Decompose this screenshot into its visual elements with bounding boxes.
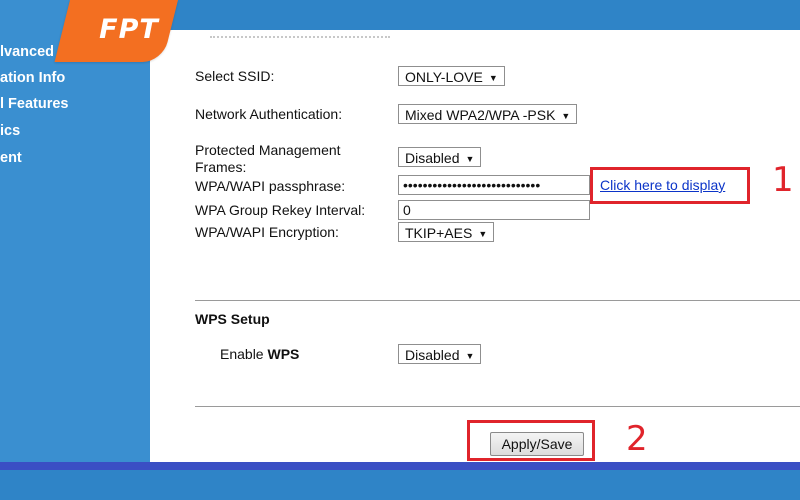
sidebar: lvanced ation Info l Features ics ent xyxy=(0,0,150,462)
enable-wps-value: Disabled xyxy=(405,347,460,363)
wpa-passphrase-input[interactable]: •••••••••••••••••••••••••••• xyxy=(398,175,590,195)
select-ssid-label: Select SSID: xyxy=(195,68,275,84)
enable-wps-label-bold: WPS xyxy=(267,346,300,362)
chevron-down-icon: ▼ xyxy=(465,351,475,361)
wpa-encryption-value: TKIP+AES xyxy=(405,225,473,241)
chevron-down-icon: ▼ xyxy=(561,111,571,121)
section-divider xyxy=(195,300,800,301)
wireless-security-panel: Select SSID: ONLY-LOVE ▼ Network Authenti… xyxy=(150,30,800,462)
wpa-encryption-label: WPA/WAPI Encryption: xyxy=(195,224,339,240)
cut-off-heading xyxy=(210,36,390,42)
bottom-strip xyxy=(0,470,800,500)
wpa-passphrase-label: WPA/WAPI passphrase: xyxy=(195,178,346,194)
protected-management-frames-label: Protected Management Frames: xyxy=(195,142,341,176)
chevron-down-icon: ▼ xyxy=(478,229,488,239)
wpa-group-rekey-interval-label: WPA Group Rekey Interval: xyxy=(195,202,366,218)
chevron-down-icon: ▼ xyxy=(488,73,498,83)
wpa-encryption-select[interactable]: TKIP+AES ▼ xyxy=(398,222,495,242)
sidebar-item-features[interactable]: l Features xyxy=(0,96,69,112)
fpt-logo-text: FPT xyxy=(99,14,159,45)
protected-management-frames-select[interactable]: Disabled ▼ xyxy=(398,147,482,167)
pmf-label-line2: Frames: xyxy=(195,159,247,175)
section-divider xyxy=(195,406,800,407)
ssid-select-value: ONLY-LOVE xyxy=(405,69,483,85)
annotation-number-2: 2 xyxy=(626,419,648,459)
annotation-number-1: 1 xyxy=(772,160,794,200)
highlight-box-display-link xyxy=(590,167,750,204)
enable-wps-label: Enable WPS xyxy=(220,346,299,363)
pmf-select-value: Disabled xyxy=(405,150,460,166)
network-authentication-value: Mixed WPA2/WPA -PSK xyxy=(405,107,556,123)
network-authentication-select[interactable]: Mixed WPA2/WPA -PSK ▼ xyxy=(398,104,578,124)
enable-wps-select[interactable]: Disabled ▼ xyxy=(398,344,482,364)
sidebar-item-information-info[interactable]: ation Info xyxy=(0,70,65,86)
sidebar-item-management[interactable]: ent xyxy=(0,150,22,166)
bottom-accent-bar xyxy=(0,462,800,470)
sidebar-item-advanced[interactable]: lvanced xyxy=(0,44,54,60)
network-authentication-label: Network Authentication: xyxy=(195,106,343,122)
chevron-down-icon: ▼ xyxy=(465,154,475,164)
sidebar-item-diagnostics[interactable]: ics xyxy=(0,123,20,139)
highlight-box-apply-save xyxy=(467,420,595,461)
pmf-label-line1: Protected Management xyxy=(195,142,341,158)
wpa-group-rekey-interval-input[interactable]: 0 xyxy=(398,200,590,220)
enable-wps-label-prefix: Enable xyxy=(220,346,268,362)
wps-setup-heading: WPS Setup xyxy=(195,311,270,327)
ssid-select[interactable]: ONLY-LOVE ▼ xyxy=(398,66,505,86)
